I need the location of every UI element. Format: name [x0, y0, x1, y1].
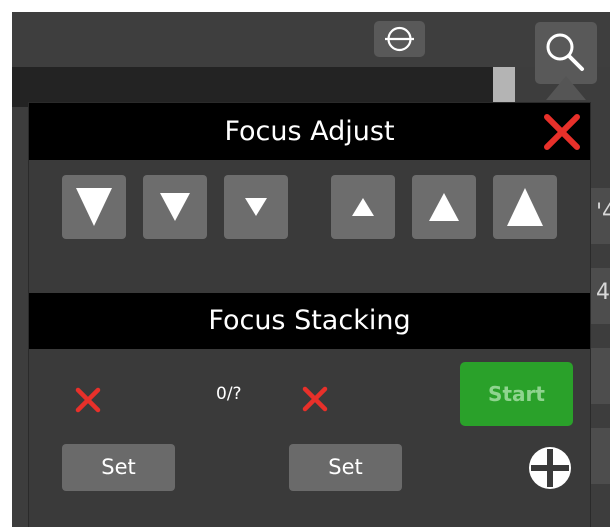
add-step-button[interactable]: [526, 444, 574, 492]
background-panel: [12, 67, 500, 107]
focus-adjust-title: Focus Adjust: [224, 116, 395, 147]
red-x-icon: [302, 386, 328, 412]
start-label: Start: [488, 382, 545, 406]
edge-text: '4: [596, 200, 610, 225]
close-button[interactable]: [543, 113, 581, 151]
focus-stacking-title: Focus Stacking: [208, 305, 411, 336]
clear-far-button[interactable]: [301, 385, 329, 413]
magnifier-icon: [546, 33, 584, 71]
focus-down-medium-button[interactable]: [143, 175, 207, 239]
focus-dialog: Focus Adjust Focus Stacking 0/? Start Se…: [29, 103, 590, 527]
focus-adjust-header: Focus Adjust: [29, 103, 590, 160]
level-button[interactable]: [374, 21, 425, 57]
focus-up-medium-button[interactable]: [412, 175, 476, 239]
focus-down-small-button[interactable]: [224, 175, 288, 239]
start-button[interactable]: Start: [460, 362, 573, 426]
edge-text: 4: [596, 280, 610, 305]
focus-up-large-button[interactable]: [493, 175, 557, 239]
triangle-down-small-icon: [245, 198, 267, 216]
focus-up-small-button[interactable]: [331, 175, 395, 239]
search-button[interactable]: [535, 22, 597, 84]
set-near-button[interactable]: Set: [62, 444, 175, 491]
focus-stacking-panel: 0/? Start Set Set: [29, 349, 590, 527]
set-far-label: Set: [328, 455, 363, 479]
triangle-up-small-icon: [352, 198, 374, 216]
close-x-icon: [544, 114, 580, 150]
background-scrollbar[interactable]: [493, 67, 515, 105]
focus-stacking-header: Focus Stacking: [29, 293, 590, 349]
set-near-label: Set: [101, 455, 136, 479]
circle-plus-icon: [529, 447, 571, 489]
set-far-button[interactable]: Set: [289, 444, 402, 491]
focus-down-large-button[interactable]: [62, 175, 126, 239]
stack-counter: 0/?: [216, 384, 242, 404]
triangle-down-medium-icon: [160, 193, 190, 221]
triangle-down-large-icon: [76, 188, 112, 226]
circle-crosshair-icon: [385, 26, 414, 52]
clear-near-button[interactable]: [74, 386, 102, 414]
triangle-up-medium-icon: [429, 193, 459, 221]
red-x-icon: [75, 387, 101, 413]
triangle-up-large-icon: [507, 188, 543, 226]
focus-adjust-panel: [29, 160, 590, 293]
top-toolbar: [12, 12, 610, 67]
search-popover-pointer: [546, 76, 586, 100]
